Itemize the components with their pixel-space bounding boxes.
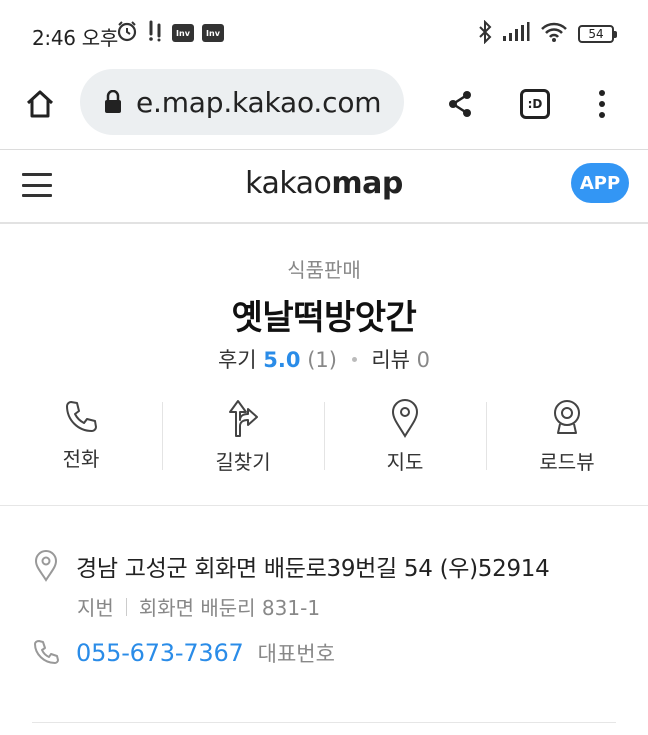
jibun-label: 지번	[77, 596, 114, 620]
rating-count: (1)	[307, 348, 337, 372]
kakaomap-logo[interactable]: kakaomap	[0, 166, 648, 201]
tabs-count: :D	[520, 89, 550, 119]
phone-description: 대표번호	[257, 642, 335, 666]
call-button[interactable]: 전화	[0, 398, 162, 472]
inv-badge: Inv	[172, 24, 194, 42]
phone-icon	[32, 638, 60, 668]
address-bar[interactable]: e.map.kakao.com	[80, 69, 404, 135]
open-app-button[interactable]: APP	[571, 163, 629, 203]
place-title: 옛날떡방앗간	[231, 298, 417, 338]
action-label: 전화	[62, 447, 100, 471]
phone-icon	[61, 398, 101, 435]
dual-exclamation-icon	[146, 20, 164, 46]
status-time: 2:46 오후	[32, 26, 118, 50]
share-icon	[449, 91, 471, 117]
more-vert-icon	[599, 90, 605, 118]
status-left-icons: Inv Inv	[116, 20, 224, 46]
divider	[32, 722, 616, 723]
rating-score[interactable]: 5.0	[263, 348, 300, 372]
action-label: 로드뷰	[539, 450, 595, 474]
directions-icon	[223, 398, 263, 438]
share-button[interactable]	[440, 84, 480, 124]
location-pin-icon	[32, 549, 60, 583]
logo-kakao-text: kakao	[245, 166, 332, 201]
overflow-menu-button[interactable]	[584, 84, 620, 124]
dot-separator	[351, 356, 357, 362]
rating-summary: 후기 5.0 (1) 리뷰 0	[0, 344, 648, 374]
wifi-icon	[540, 21, 568, 47]
bluetooth-icon	[478, 19, 492, 48]
inv-badge: Inv	[202, 24, 224, 42]
review-label[interactable]: 리뷰	[371, 348, 410, 372]
kakao-header: kakaomap APP	[0, 150, 648, 223]
action-bar: 전화 길찾기 지도 로드뷰	[0, 398, 648, 474]
jibun-address-row: 지번 회화면 배둔리 831-1	[77, 592, 320, 621]
logo-map-text: map	[331, 166, 403, 201]
address-row: 경남 고성군 회화면 배둔로39번길 54 (우)52914	[32, 548, 632, 584]
road-address: 경남 고성군 회화면 배둔로39번길 54 (우)52914	[76, 556, 550, 582]
divider	[0, 505, 648, 506]
roadview-button[interactable]: 로드뷰	[486, 398, 648, 474]
jibun-address: 회화면 배둔리 831-1	[138, 596, 321, 620]
action-label: 지도	[386, 450, 424, 474]
browser-toolbar: e.map.kakao.com :D	[0, 68, 648, 140]
alarm-icon	[116, 20, 138, 46]
divider	[0, 222, 648, 224]
phone-number-link[interactable]: 055-673-7367	[76, 639, 244, 667]
rating-label: 후기	[217, 348, 257, 372]
signal-icon	[502, 22, 530, 46]
battery-icon: 54	[578, 25, 617, 43]
url-text: e.map.kakao.com	[136, 85, 382, 119]
directions-button[interactable]: 길찾기	[162, 398, 324, 474]
map-button[interactable]: 지도	[324, 398, 486, 474]
lock-icon	[102, 88, 124, 116]
roadview-camera-icon	[547, 398, 587, 438]
map-pin-icon	[385, 398, 425, 438]
phone-row: 055-673-7367 대표번호	[32, 638, 335, 668]
status-bar: 2:46 오후 Inv Inv 54	[0, 0, 648, 68]
tabs-button[interactable]: :D	[515, 84, 555, 124]
separator	[125, 597, 127, 616]
review-count: 0	[416, 348, 431, 372]
action-label: 길찾기	[215, 450, 271, 474]
place-category: 식품판매	[287, 258, 361, 282]
home-button[interactable]	[20, 84, 60, 124]
home-icon	[26, 90, 54, 118]
status-right-icons: 54	[478, 19, 617, 48]
